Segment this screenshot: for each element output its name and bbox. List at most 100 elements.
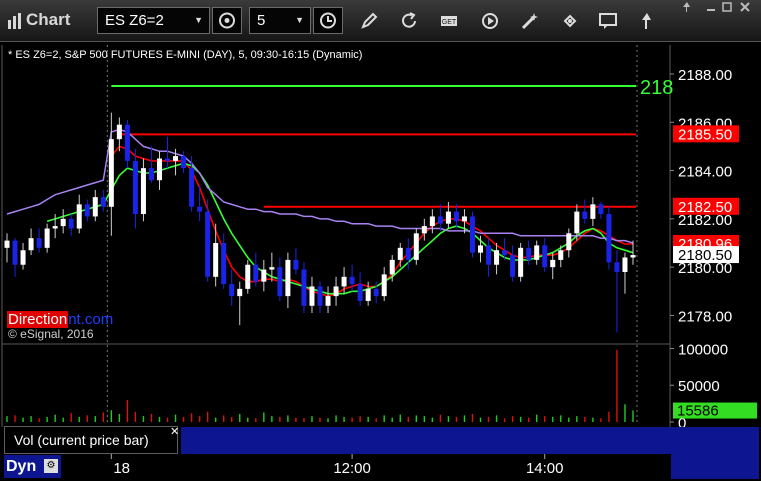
candle-body xyxy=(373,288,379,297)
price-label: 2180.50 xyxy=(678,247,732,264)
candle-body xyxy=(469,216,475,253)
wand-icon[interactable] xyxy=(519,10,541,32)
candle-body xyxy=(197,206,203,212)
link-button[interactable] xyxy=(212,7,242,34)
candle-body xyxy=(317,286,323,306)
candle-body xyxy=(261,269,267,282)
price-tick-label: 2178.00 xyxy=(678,308,732,325)
candle-body xyxy=(156,158,162,181)
close-icon[interactable] xyxy=(738,0,752,14)
pin-icon[interactable] xyxy=(636,10,658,32)
candle-body xyxy=(4,240,10,248)
volume-tick-label: 50000 xyxy=(678,378,720,395)
candle-body xyxy=(421,226,427,234)
candle-body xyxy=(60,218,66,227)
price-chart[interactable]: 2182178.002180.002182.002184.002186.0021… xyxy=(0,42,761,481)
refresh-icon[interactable] xyxy=(398,10,420,32)
price-tick-label: 2184.00 xyxy=(678,164,732,181)
candle-body xyxy=(630,255,636,258)
candle-body xyxy=(269,267,275,270)
settings-icon[interactable]: ⚙ xyxy=(44,459,58,473)
candle-body xyxy=(381,274,387,297)
pin-window-icon[interactable] xyxy=(680,0,694,14)
candle-body xyxy=(518,247,524,277)
volume-study-tab[interactable]: Vol (current price bar) xyxy=(4,426,178,454)
candle-body xyxy=(68,218,74,229)
candle-body xyxy=(582,211,588,219)
close-icon[interactable]: ✕ xyxy=(170,425,179,438)
time-tick-label: 18 xyxy=(113,460,130,477)
candle-body xyxy=(566,233,572,251)
candle-body xyxy=(502,250,508,256)
candle-body xyxy=(405,247,411,260)
candle-body xyxy=(558,250,564,260)
price-label: 2182.50 xyxy=(678,199,732,216)
candle-body xyxy=(92,197,98,217)
candle-body xyxy=(293,259,299,270)
candle-body xyxy=(389,259,395,275)
candle-body xyxy=(542,245,548,268)
candle-body xyxy=(277,267,283,297)
pencil-icon[interactable] xyxy=(358,10,380,32)
candle-body xyxy=(20,250,26,265)
candle-body xyxy=(221,243,227,285)
candle-body xyxy=(445,211,451,224)
candle-body xyxy=(52,226,58,229)
tool-icon[interactable] xyxy=(559,10,581,32)
candle-body xyxy=(253,264,259,282)
candle-body xyxy=(189,168,195,207)
candle-body xyxy=(165,158,171,161)
symbol-value: ES Z6=2 xyxy=(105,12,164,29)
study-bar xyxy=(181,427,671,454)
candle-body xyxy=(173,156,179,161)
chevron-down-icon[interactable]: ▼ xyxy=(194,8,203,33)
price-tick-label: 2188.00 xyxy=(678,67,732,84)
candle-body xyxy=(28,238,34,251)
candle-body xyxy=(397,247,403,260)
volume-tick-label: 100000 xyxy=(678,341,728,358)
candle-body xyxy=(237,288,243,297)
candle-body xyxy=(301,269,307,306)
volume-label: 15586 xyxy=(677,403,719,420)
candle-body xyxy=(550,259,556,268)
interval-value: 5 xyxy=(257,12,266,29)
play-icon[interactable] xyxy=(479,10,501,32)
symbol-input[interactable]: ES Z6=2 ▼ xyxy=(97,7,210,34)
time-tick-label: 14:00 xyxy=(526,460,564,477)
indicator-line-2 xyxy=(6,128,634,244)
clock-button[interactable] xyxy=(313,7,343,34)
candle-body xyxy=(349,276,355,285)
copyright-text: © eSignal, 2016 xyxy=(8,327,94,341)
candle-body xyxy=(205,211,211,277)
candle-body xyxy=(357,284,363,301)
chat-icon[interactable] xyxy=(597,10,619,32)
candle-body xyxy=(132,160,138,215)
candle-body xyxy=(429,216,435,227)
candle-body xyxy=(309,286,315,306)
chevron-down-icon[interactable]: ▼ xyxy=(295,8,304,33)
chart-header: * ES Z6=2, S&P 500 FUTURES E-MINI (DAY),… xyxy=(8,49,363,61)
candle-body xyxy=(606,214,612,263)
candle-body xyxy=(229,284,235,297)
candle-body xyxy=(365,288,371,301)
candle-body xyxy=(84,204,90,217)
candle-body xyxy=(333,286,339,297)
get-icon[interactable]: GET xyxy=(438,10,460,32)
svg-text:GET: GET xyxy=(442,19,457,26)
candle-body xyxy=(510,255,516,277)
interval-input[interactable]: 5 ▼ xyxy=(249,7,311,34)
candle-body xyxy=(494,250,500,265)
candle-body xyxy=(461,216,467,222)
chart-logo-icon xyxy=(8,13,21,29)
time-tick-label: 12:00 xyxy=(333,460,371,477)
minimize-icon[interactable] xyxy=(704,0,718,14)
maximize-icon[interactable] xyxy=(720,0,734,14)
candle-body xyxy=(413,233,419,260)
candle-body xyxy=(108,139,114,207)
candle-body xyxy=(486,245,492,265)
candle-body xyxy=(478,245,484,253)
candle-body xyxy=(325,296,331,306)
chart-area[interactable]: 218 2178.00 2180.00 2182.00 2184.00 2186.00 21… xyxy=(0,42,761,481)
candle-body xyxy=(36,238,42,248)
candle-body xyxy=(614,262,620,272)
